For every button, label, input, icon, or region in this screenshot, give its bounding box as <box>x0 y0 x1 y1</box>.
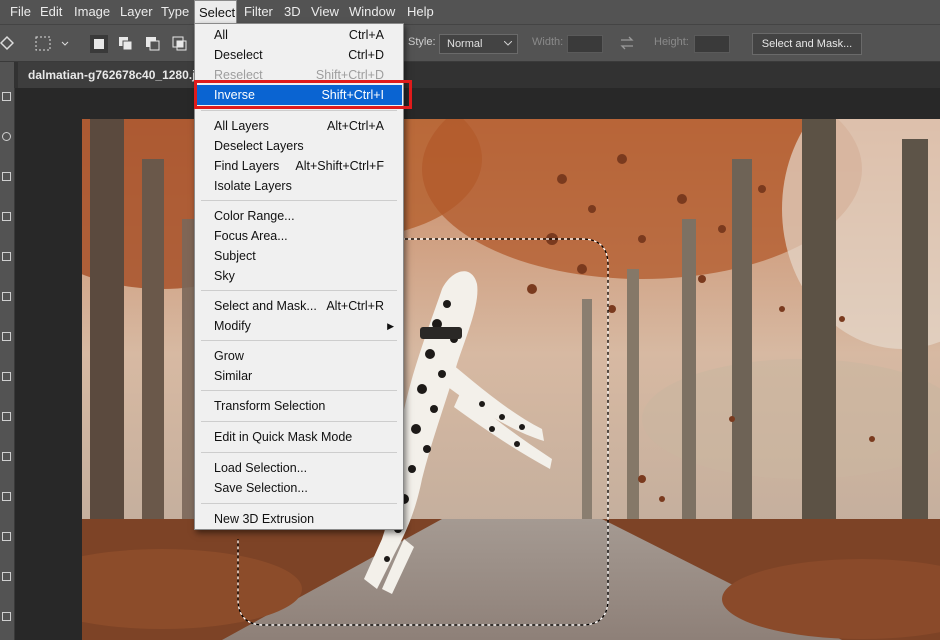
menu-item-new-3d-extrusion[interactable]: New 3D Extrusion <box>196 509 402 529</box>
menu-edit[interactable]: Edit <box>36 0 66 24</box>
menu-item-label: Find Layers <box>214 159 280 173</box>
menu-item-isolate-layers[interactable]: Isolate Layers <box>196 176 402 196</box>
menu-item-label: Isolate Layers <box>214 179 292 193</box>
menu-separator <box>201 421 397 422</box>
tool-eyedropper[interactable] <box>2 252 11 261</box>
height-label: Height: <box>654 36 689 48</box>
menu-item-grow[interactable]: Grow <box>196 346 402 366</box>
menu-file[interactable]: File <box>6 0 35 24</box>
menu-item-save-selection[interactable]: Save Selection... <box>196 478 402 498</box>
menu-item-all[interactable]: All Ctrl+A <box>196 25 402 45</box>
menu-item-label: Sky <box>214 269 235 283</box>
menu-item-quick-mask[interactable]: Edit in Quick Mask Mode <box>196 427 402 447</box>
tool-history-brush[interactable] <box>2 412 11 421</box>
menu-item-color-range[interactable]: Color Range... <box>196 206 402 226</box>
menu-item-shortcut: Alt+Ctrl+R <box>326 299 384 313</box>
menu-item-label: Transform Selection <box>214 399 326 413</box>
chevron-down-icon <box>504 41 512 46</box>
menu-item-modify[interactable]: Modify ▶ <box>196 316 402 336</box>
menu-help[interactable]: Help <box>403 0 438 24</box>
menu-separator <box>201 340 397 341</box>
width-field[interactable] <box>567 35 603 53</box>
tool-stamp[interactable] <box>2 372 11 381</box>
subtract-selection-icon[interactable] <box>144 35 162 53</box>
menu-item-shortcut: Alt+Shift+Ctrl+F <box>295 159 384 173</box>
menu-item-label: Color Range... <box>214 209 295 223</box>
menu-separator <box>201 290 397 291</box>
swap-icon[interactable] <box>619 36 635 50</box>
menu-item-label: Select and Mask... <box>214 299 317 313</box>
options-bar: Style: Normal Width: Height: Select and … <box>0 24 940 62</box>
menu-view[interactable]: View <box>307 0 343 24</box>
menu-item-label: All <box>214 28 228 42</box>
menu-select[interactable]: Select <box>194 0 237 24</box>
menu-item-shortcut: Ctrl+A <box>348 28 384 42</box>
add-to-selection-icon[interactable] <box>117 35 135 53</box>
menu-item-shortcut: Ctrl+D <box>348 48 384 62</box>
menu-separator <box>201 503 397 504</box>
submenu-arrow-icon: ▶ <box>387 321 394 331</box>
tool-crop[interactable] <box>2 212 11 221</box>
tool-dodge[interactable] <box>2 572 11 581</box>
marquee-tool-icon[interactable] <box>34 35 72 53</box>
tool-gradient[interactable] <box>2 492 11 501</box>
tool-eraser[interactable] <box>2 452 11 461</box>
menu-item-similar[interactable]: Similar <box>196 366 402 386</box>
menu-item-label: Save Selection... <box>214 481 308 495</box>
menu-item-label: Load Selection... <box>214 461 308 475</box>
annotation-highlight-box <box>194 80 412 109</box>
menu-item-label: New 3D Extrusion <box>214 512 315 526</box>
tool-blur[interactable] <box>2 532 11 541</box>
menu-separator <box>201 390 397 391</box>
menu-item-focus-area[interactable]: Focus Area... <box>196 226 402 246</box>
menu-item-label: Deselect Layers <box>214 139 304 153</box>
menu-image[interactable]: Image <box>70 0 114 24</box>
menu-item-subject[interactable]: Subject <box>196 246 402 266</box>
menu-type[interactable]: Type <box>157 0 193 24</box>
menu-item-shortcut: Alt+Ctrl+A <box>327 119 384 133</box>
menu-item-transform-selection[interactable]: Transform Selection <box>196 396 402 416</box>
menu-item-label: Modify <box>214 319 251 333</box>
document-tab[interactable]: dalmatian-g762678c40_1280.jp <box>18 62 213 88</box>
style-label: Style: <box>408 36 436 48</box>
intersect-selection-icon[interactable] <box>171 35 189 53</box>
menu-separator <box>201 452 397 453</box>
tool-brush[interactable] <box>2 332 11 341</box>
tool-pen[interactable] <box>2 612 11 621</box>
tool-lasso[interactable] <box>2 132 11 141</box>
menu-item-label: Subject <box>214 249 256 263</box>
menu-item-label: Edit in Quick Mask Mode <box>214 430 353 444</box>
new-selection-icon[interactable] <box>90 35 108 53</box>
menu-item-label: Deselect <box>214 48 263 62</box>
style-value: Normal <box>447 38 483 50</box>
menu-layer[interactable]: Layer <box>116 0 157 24</box>
menu-item-find-layers[interactable]: Find Layers Alt+Shift+Ctrl+F <box>196 156 402 176</box>
menu-item-label: Similar <box>214 369 253 383</box>
menu-filter[interactable]: Filter <box>240 0 277 24</box>
tools-panel <box>0 62 15 640</box>
menu-item-sky[interactable]: Sky <box>196 266 402 286</box>
select-and-mask-button[interactable]: Select and Mask... <box>752 33 862 55</box>
menu-bar: File Edit Image Layer Type Select Filter… <box>0 0 940 24</box>
width-label: Width: <box>532 36 564 48</box>
menu-separator <box>201 110 397 111</box>
menu-item-all-layers[interactable]: All Layers Alt+Ctrl+A <box>196 116 402 136</box>
menu-item-deselect-layers[interactable]: Deselect Layers <box>196 136 402 156</box>
menu-item-label: All Layers <box>214 119 269 133</box>
tool-quick-select[interactable] <box>2 172 11 181</box>
menu-window[interactable]: Window <box>345 0 399 24</box>
menu-item-select-and-mask[interactable]: Select and Mask... Alt+Ctrl+R <box>196 296 402 316</box>
menu-item-deselect[interactable]: Deselect Ctrl+D <box>196 45 402 65</box>
menu-3d[interactable]: 3D <box>280 0 305 24</box>
style-select[interactable]: Normal <box>439 34 518 54</box>
move-tool-icon[interactable] <box>0 35 14 51</box>
menu-item-label: Focus Area... <box>214 229 288 243</box>
tool-healing[interactable] <box>2 292 11 301</box>
menu-separator <box>201 200 397 201</box>
menu-item-load-selection[interactable]: Load Selection... <box>196 458 402 478</box>
tool-marquee[interactable] <box>2 92 11 101</box>
height-field[interactable] <box>694 35 730 53</box>
menu-item-label: Grow <box>214 349 244 363</box>
